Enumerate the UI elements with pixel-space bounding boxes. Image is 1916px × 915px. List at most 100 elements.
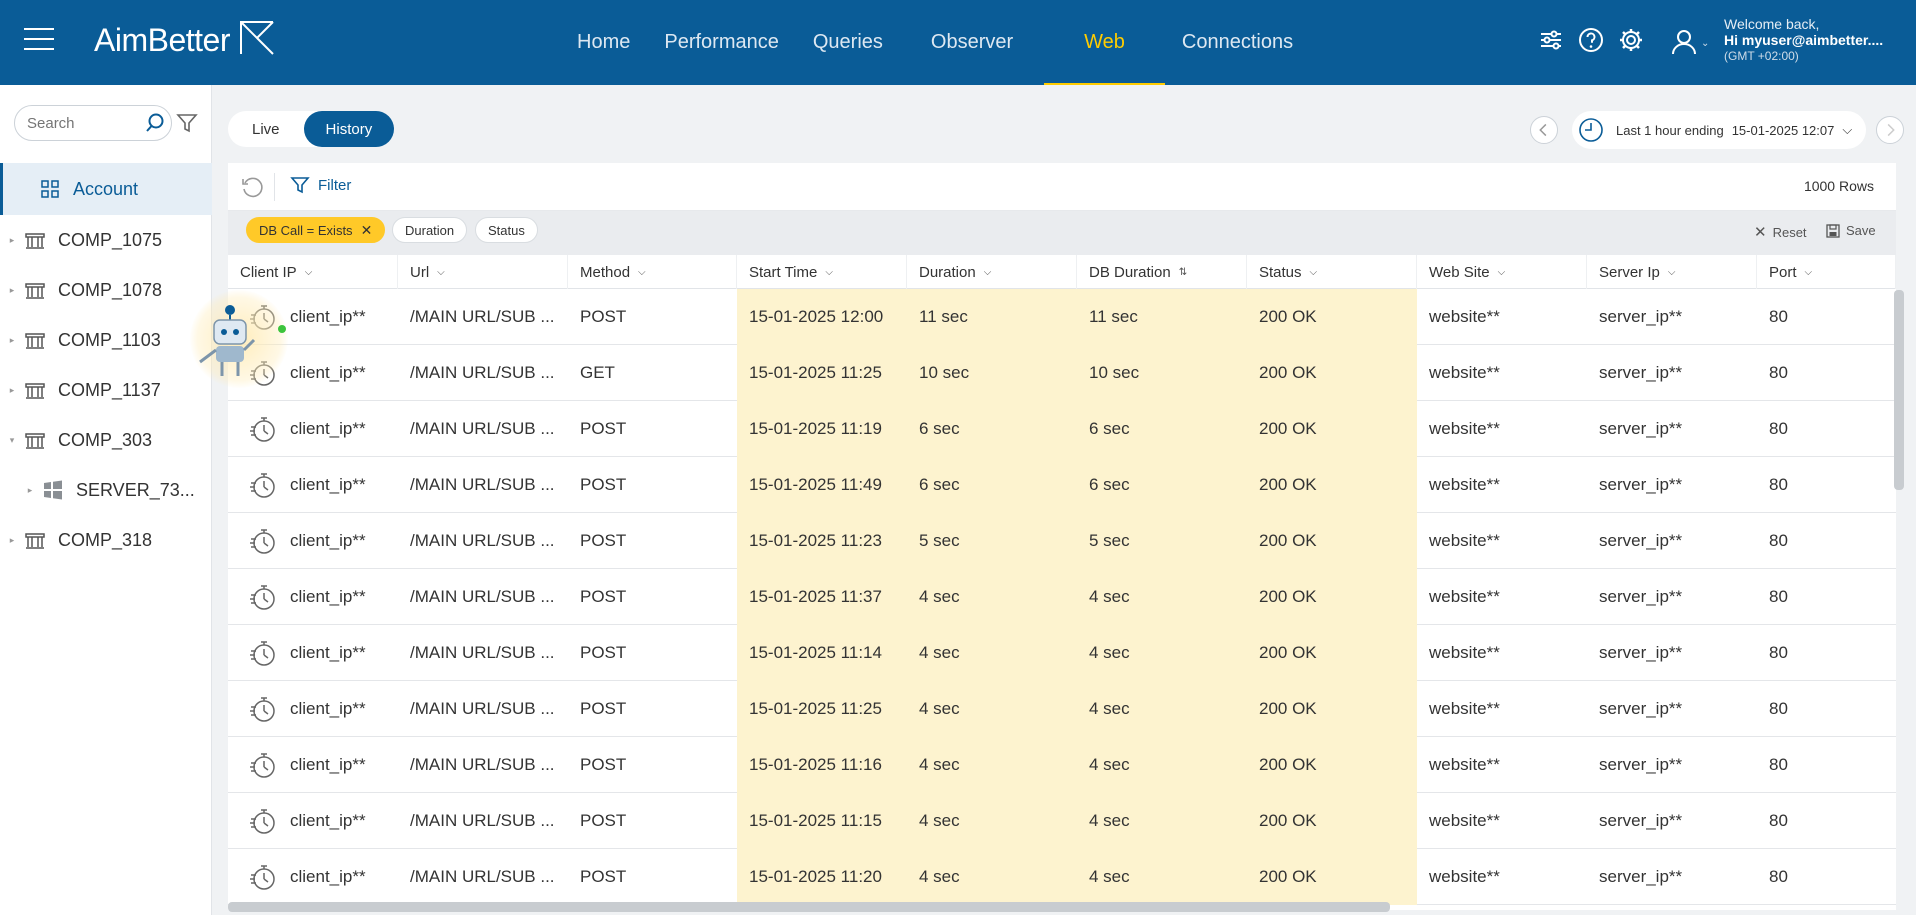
nav-performance[interactable]: Performance <box>647 0 796 85</box>
tab-history[interactable]: History <box>303 111 395 147</box>
tab-live[interactable]: Live <box>228 111 304 147</box>
cell-server-ip: server_ip** <box>1587 849 1757 905</box>
sliders-icon[interactable] <box>1538 27 1564 53</box>
chip-duration[interactable]: Duration <box>392 217 468 243</box>
cell-text: server_ip** <box>1599 307 1683 326</box>
column-header-start-time[interactable]: Start Time ⌵ <box>737 255 907 289</box>
cell-port: 80 <box>1757 625 1896 681</box>
previous-period-button[interactable] <box>1530 116 1558 144</box>
table-row[interactable]: client_ip** /MAIN URL/SUB ... POST 15-01-20… <box>228 513 1896 569</box>
gear-icon[interactable] <box>1618 27 1644 53</box>
collapse-arrow-icon[interactable]: ▾ <box>0 435 24 446</box>
column-header-port[interactable]: Port ⌵ <box>1757 255 1896 289</box>
search-icon[interactable] <box>144 112 166 134</box>
sort-icon[interactable]: ⇅ <box>1179 267 1187 278</box>
column-header-client-ip[interactable]: Client IP ⌵ <box>228 255 398 289</box>
chevron-down-icon[interactable]: ⌵ <box>1310 267 1318 278</box>
cell-text: client_ip** <box>290 755 366 774</box>
next-period-button[interactable] <box>1876 116 1904 144</box>
assistant-robot[interactable] <box>190 290 288 388</box>
cell-text: website** <box>1429 307 1500 326</box>
expand-arrow-icon[interactable]: ▸ <box>0 535 24 546</box>
expand-arrow-icon[interactable]: ▸ <box>0 335 24 346</box>
nav-connections[interactable]: Connections <box>1165 0 1310 85</box>
time-range-picker[interactable]: Last 1 hour ending 15-01-2025 12:07 ⌵ <box>1572 111 1867 149</box>
cell-url: /MAIN URL/SUB ... <box>398 681 568 737</box>
expand-arrow-icon[interactable]: ▸ <box>0 385 24 396</box>
sidebar-item-comp-303[interactable]: ▾ COMP_303 <box>0 415 212 465</box>
sidebar-item-comp-1075[interactable]: ▸ COMP_1075 <box>0 215 212 265</box>
cell-text: website** <box>1429 699 1500 718</box>
cell-text: server_ip** <box>1599 867 1683 886</box>
nav-queries[interactable]: Queries <box>796 0 900 85</box>
close-icon[interactable]: ✕ <box>361 222 373 239</box>
chevron-down-icon[interactable]: ⌵ <box>1498 267 1506 278</box>
chevron-down-icon[interactable]: ⌵ <box>1668 267 1676 278</box>
cell-status: 200 OK <box>1247 289 1417 345</box>
table-row[interactable]: client_ip** /MAIN URL/SUB ... POST 15-01-20… <box>228 681 1896 737</box>
chevron-down-icon[interactable]: ⌵ <box>984 267 992 278</box>
cell-db-duration: 11 sec <box>1077 289 1247 345</box>
cell-text: server_ip** <box>1599 643 1683 662</box>
chevron-down-icon[interactable]: ⌵ <box>825 267 833 278</box>
filter-icon[interactable] <box>176 112 198 134</box>
cell-duration: 6 sec <box>907 457 1077 513</box>
brand-logo[interactable]: AimBetter <box>94 22 230 59</box>
table-row[interactable]: client_ip** /MAIN URL/SUB ... POST 15-01-20… <box>228 849 1896 905</box>
table-row[interactable]: client_ip** /MAIN URL/SUB ... POST 15-01-20… <box>228 625 1896 681</box>
save-button[interactable]: Save <box>1826 223 1876 238</box>
sidebar-item-comp-1078[interactable]: ▸ COMP_1078 <box>0 265 212 315</box>
column-header-status[interactable]: Status ⌵ <box>1247 255 1417 289</box>
expand-arrow-icon[interactable]: ▸ <box>18 485 42 496</box>
sidebar-item-comp-318[interactable]: ▸ COMP_318 <box>0 515 212 565</box>
vertical-scrollbar[interactable] <box>1894 290 1904 490</box>
nav-observer[interactable]: Observer <box>914 0 1030 85</box>
column-header-db-duration[interactable]: DB Duration ⇅ <box>1077 255 1247 289</box>
cell-text: /MAIN URL/SUB ... <box>410 587 555 606</box>
chevron-down-icon[interactable]: ⌵ <box>638 267 646 278</box>
chevron-down-icon[interactable]: ⌵ <box>437 267 445 278</box>
chip-status[interactable]: Status <box>475 217 538 243</box>
user-avatar-icon[interactable] <box>1670 28 1698 56</box>
table-row[interactable]: client_ip** /MAIN URL/SUB ... POST 15-01-20… <box>228 289 1896 345</box>
cell-text: 4 sec <box>919 811 960 830</box>
cell-start-time: 15-01-2025 11:20 <box>737 849 907 905</box>
cell-method: POST <box>568 849 737 905</box>
chevron-down-icon[interactable]: ⌵ <box>1805 267 1813 278</box>
user-info[interactable]: Welcome back, Hi myuser@aimbetter.... (G… <box>1724 16 1883 64</box>
help-icon[interactable] <box>1578 27 1604 53</box>
refresh-icon[interactable] <box>240 175 264 199</box>
cell-text: 200 OK <box>1259 475 1317 494</box>
sidebar-item-comp-1103[interactable]: ▸ COMP_1103 <box>0 315 212 365</box>
reset-button[interactable]: ✕ Reset <box>1754 223 1807 241</box>
sidebar-item-server-73[interactable]: ▸ SERVER_73... <box>0 465 212 515</box>
table-row[interactable]: client_ip** /MAIN URL/SUB ... GET 15-01-202… <box>228 345 1896 401</box>
cell-client-ip: client_ip** <box>228 737 398 793</box>
column-header-url[interactable]: Url ⌵ <box>398 255 568 289</box>
expand-arrow-icon[interactable]: ▸ <box>0 285 24 296</box>
sidebar-item-account[interactable]: Account <box>0 163 212 215</box>
expand-arrow-icon[interactable]: ▸ <box>0 235 24 246</box>
cell-status: 200 OK <box>1247 457 1417 513</box>
chip-db-call[interactable]: DB Call = Exists ✕ <box>246 217 386 243</box>
cell-client-ip: client_ip** <box>228 849 398 905</box>
chevron-down-icon[interactable]: ⌵ <box>305 267 313 278</box>
cell-start-time: 15-01-2025 11:25 <box>737 345 907 401</box>
table-row[interactable]: client_ip** /MAIN URL/SUB ... POST 15-01-20… <box>228 401 1896 457</box>
table-row[interactable]: client_ip** /MAIN URL/SUB ... POST 15-01-20… <box>228 793 1896 849</box>
cell-text: 10 sec <box>1089 363 1140 382</box>
nav-web[interactable]: Web <box>1044 0 1165 85</box>
column-header-duration[interactable]: Duration ⌵ <box>907 255 1077 289</box>
column-header-web-site[interactable]: Web Site ⌵ <box>1417 255 1587 289</box>
sidebar-item-comp-1137[interactable]: ▸ COMP_1137 <box>0 365 212 415</box>
column-header-method[interactable]: Method ⌵ <box>568 255 737 289</box>
table-row[interactable]: client_ip** /MAIN URL/SUB ... POST 15-01-20… <box>228 569 1896 625</box>
user-chevron-down-icon[interactable]: ⌄ <box>1701 38 1709 49</box>
horizontal-scrollbar[interactable] <box>228 902 1390 912</box>
filter-button[interactable]: Filter <box>290 175 351 195</box>
column-header-server-ip[interactable]: Server Ip ⌵ <box>1587 255 1757 289</box>
table-row[interactable]: client_ip** /MAIN URL/SUB ... POST 15-01-20… <box>228 457 1896 513</box>
table-row[interactable]: client_ip** /MAIN URL/SUB ... POST 15-01-20… <box>228 737 1896 793</box>
menu-icon[interactable] <box>24 28 54 52</box>
nav-home[interactable]: Home <box>560 0 647 85</box>
